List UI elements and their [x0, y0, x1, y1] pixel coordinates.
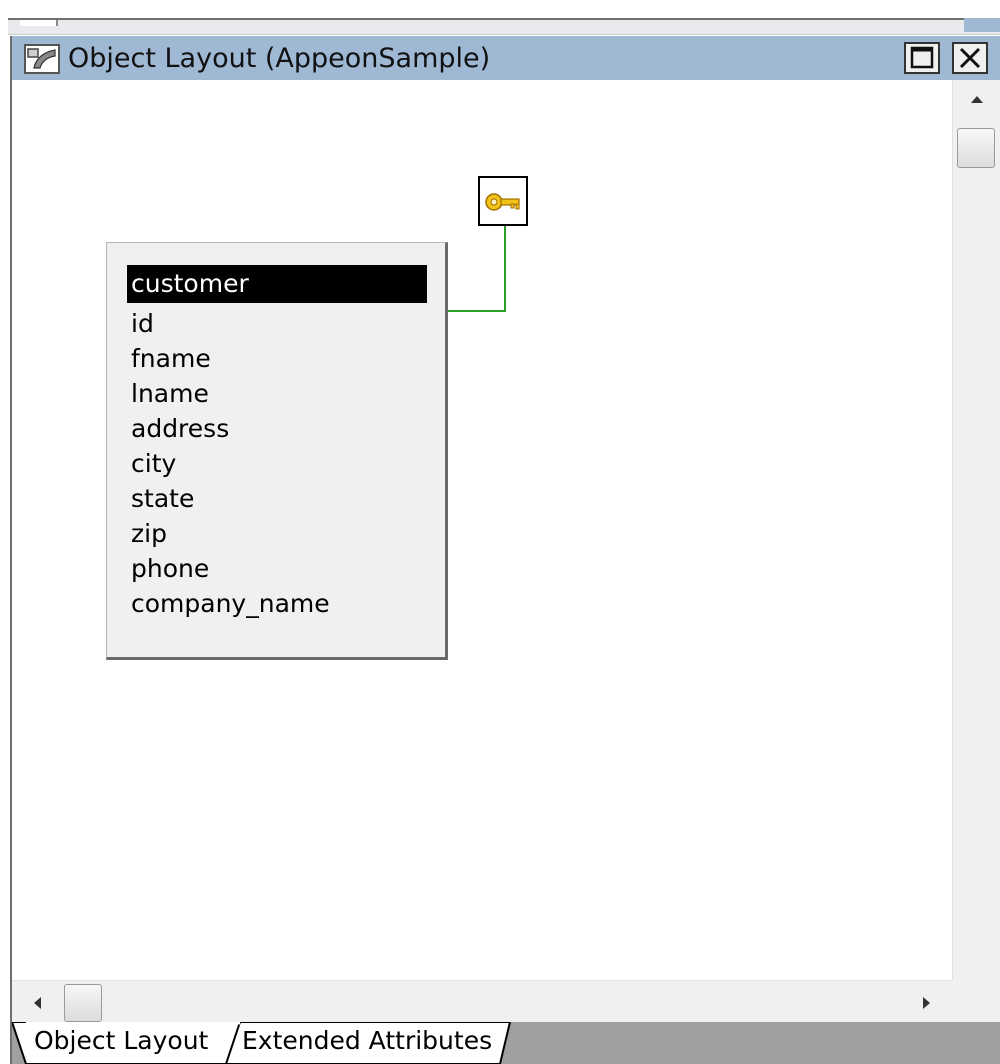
object-layout-window: Object Layout (AppeonSample) customer id… [10, 36, 1000, 1064]
vertical-scroll-thumb[interactable] [957, 128, 995, 168]
horizontal-scroll-thumb[interactable] [64, 984, 102, 1022]
frame-right-cap [964, 18, 1000, 32]
scroll-up-icon[interactable] [969, 94, 985, 104]
column-phone[interactable]: phone [131, 554, 209, 584]
column-company-name[interactable]: company_name [131, 589, 330, 619]
close-button[interactable] [952, 42, 988, 74]
scrollbar-corner [952, 980, 1000, 1022]
key-icon [485, 193, 520, 211]
layout-icon [24, 44, 60, 74]
column-fname[interactable]: fname [131, 344, 211, 374]
horizontal-scrollbar[interactable] [12, 980, 952, 1023]
scroll-right-icon[interactable] [922, 995, 932, 1011]
column-lname[interactable]: lname [131, 379, 209, 409]
column-state[interactable]: state [131, 484, 194, 514]
table-name-header[interactable]: customer [127, 265, 427, 303]
column-id[interactable]: id [131, 309, 154, 339]
column-city[interactable]: city [131, 449, 176, 479]
frame-bar [8, 18, 1000, 35]
top-frame-strip [0, 0, 1000, 36]
tab-strip: Object Layout Extended Attributes [12, 1022, 1000, 1064]
scroll-left-icon[interactable] [32, 995, 42, 1011]
tab-object-layout[interactable]: Object Layout [34, 1026, 208, 1055]
column-zip[interactable]: zip [131, 519, 167, 549]
tab-extended-attributes[interactable]: Extended Attributes [242, 1026, 492, 1055]
vertical-scrollbar[interactable] [952, 80, 1000, 1020]
close-icon [959, 47, 981, 69]
window-titlebar[interactable]: Object Layout (AppeonSample) [12, 36, 1000, 80]
customer-table-box[interactable]: customer id fname lname address city sta… [106, 242, 448, 660]
window-title: Object Layout (AppeonSample) [68, 43, 491, 74]
column-address[interactable]: address [131, 414, 229, 444]
maximize-button[interactable] [904, 42, 940, 74]
maximize-icon [910, 46, 934, 69]
frame-notch [20, 20, 58, 26]
layout-canvas[interactable]: customer id fname lname address city sta… [12, 80, 952, 1020]
primary-key-node[interactable] [478, 176, 528, 226]
